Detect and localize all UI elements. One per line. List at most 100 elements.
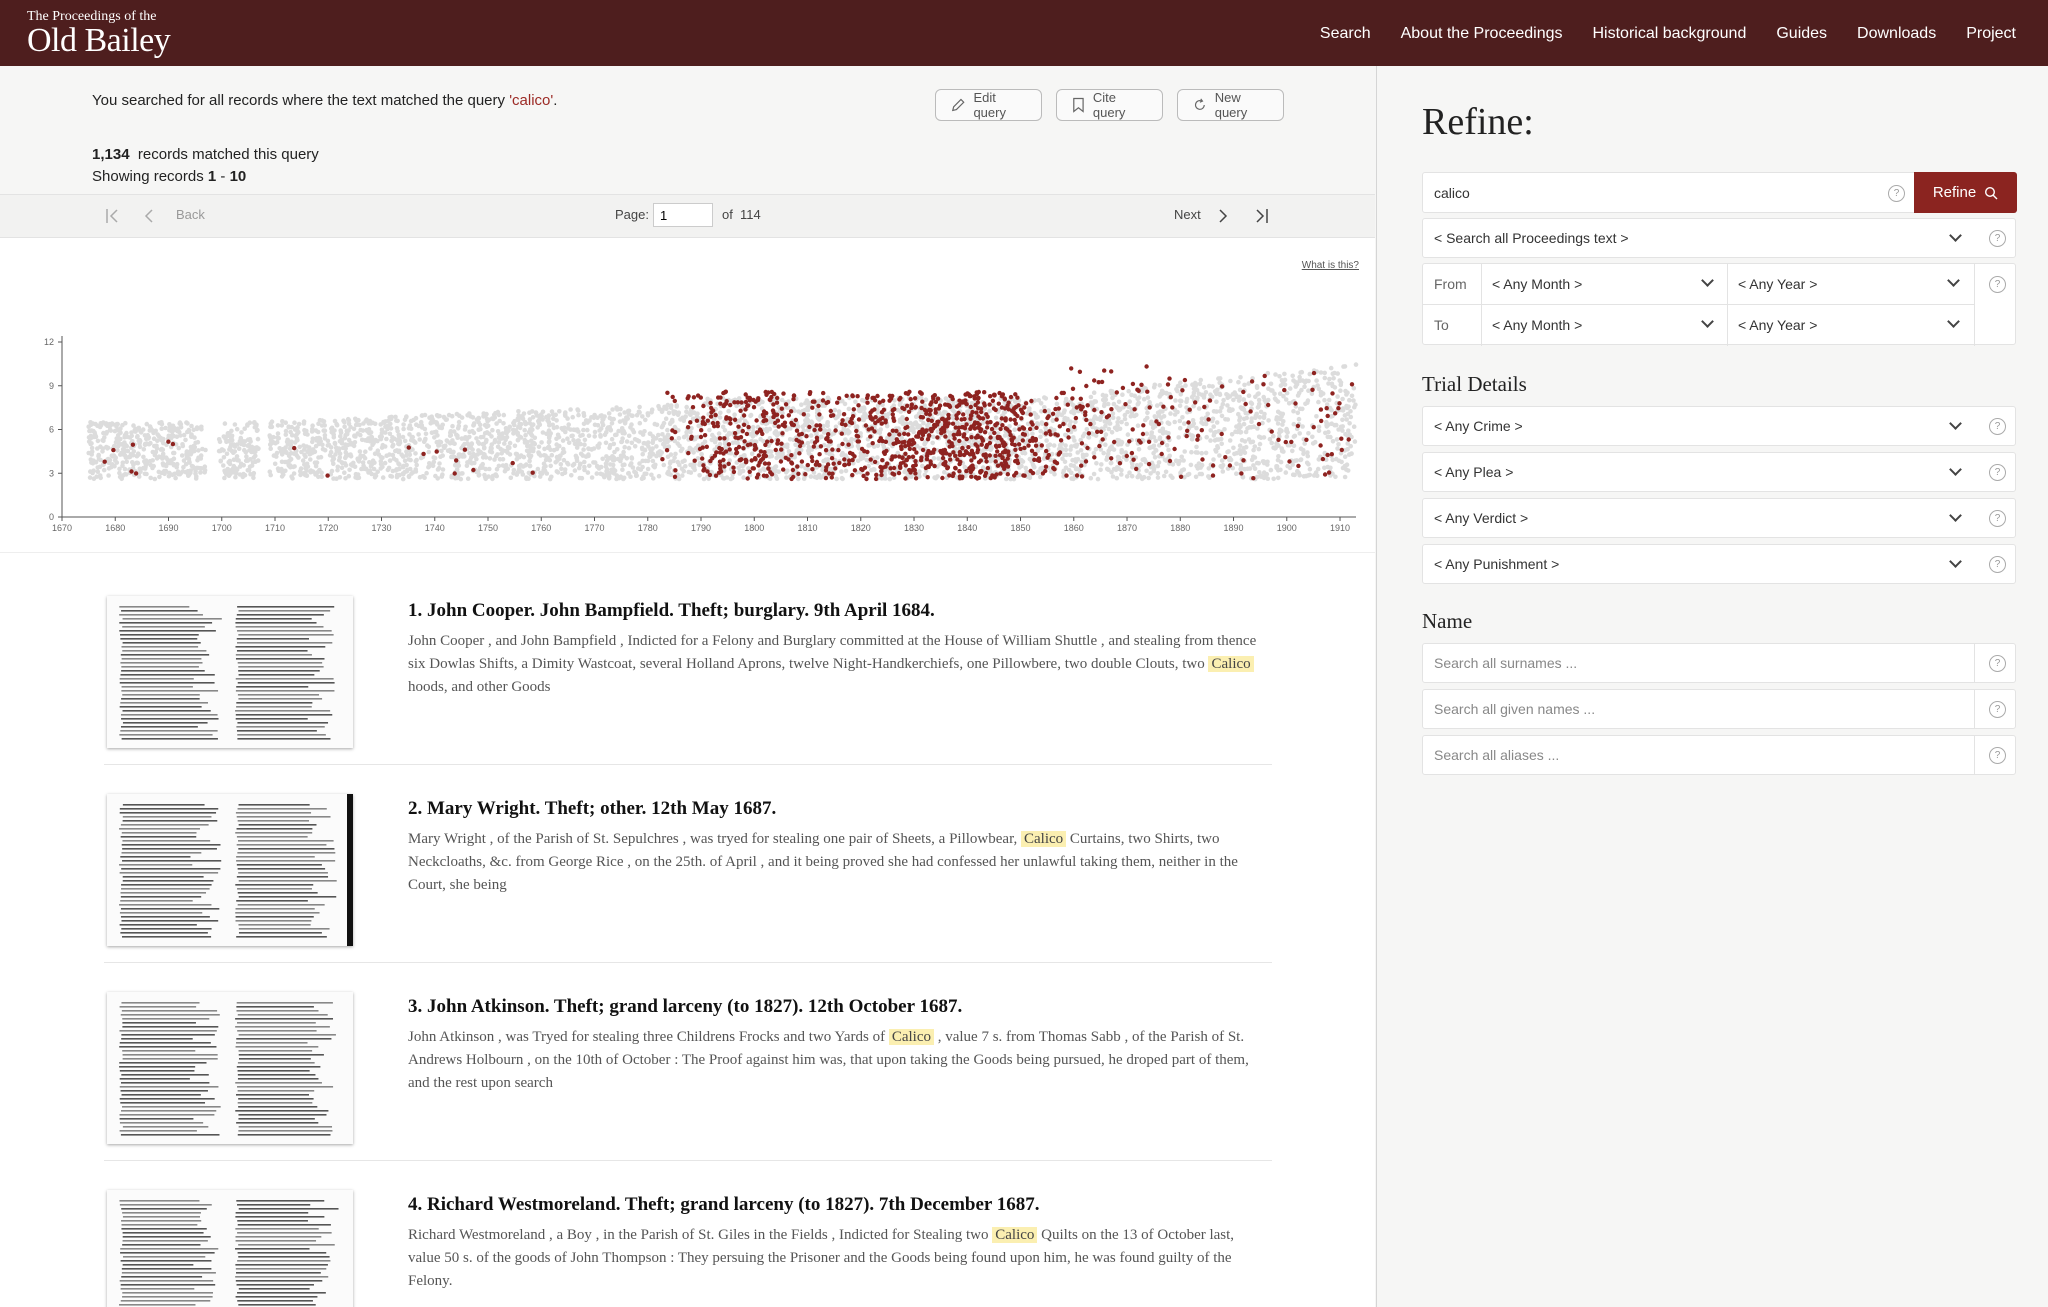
match-dot	[919, 436, 925, 442]
background-dot	[1221, 397, 1226, 403]
background-dot	[1044, 438, 1049, 443]
match-dot	[823, 448, 829, 453]
background-dot	[1073, 457, 1078, 462]
background-dot	[1279, 446, 1284, 451]
background-dot	[424, 470, 429, 476]
nav-historical-background[interactable]: Historical background	[1592, 25, 1746, 43]
background-dot	[1127, 399, 1132, 404]
background-dot	[342, 419, 347, 425]
background-dot	[1227, 406, 1232, 412]
background-dot	[339, 465, 345, 470]
background-dot	[1287, 386, 1293, 391]
background-dot	[626, 412, 632, 417]
background-dot	[677, 462, 682, 468]
match-dot	[956, 410, 961, 416]
background-dot	[1035, 414, 1041, 420]
background-dot	[553, 460, 558, 465]
background-dot	[629, 461, 634, 466]
background-dot	[1236, 379, 1241, 385]
background-dot	[541, 461, 547, 466]
background-dot	[1068, 419, 1073, 424]
background-dot	[109, 453, 115, 458]
match-dot	[859, 446, 865, 452]
background-dot	[379, 434, 385, 439]
background-dot	[198, 456, 204, 461]
background-dot	[161, 468, 167, 474]
nav-guides[interactable]: Guides	[1776, 25, 1827, 43]
back-link[interactable]: Back	[176, 207, 205, 222]
background-dot	[300, 458, 306, 463]
background-dot	[666, 410, 672, 416]
cite-query-button[interactable]: Cite query	[1056, 89, 1163, 121]
nav-about-the-proceedings[interactable]: About the Proceedings	[1401, 25, 1563, 43]
background-dot	[585, 427, 590, 433]
background-dot	[471, 423, 476, 428]
background-dot	[1119, 448, 1124, 453]
match-dot	[943, 434, 948, 439]
main-content: You searched for all records where the t…	[0, 66, 1375, 1307]
match-dot	[927, 412, 932, 417]
match-dot	[909, 405, 914, 411]
match-dot	[842, 462, 848, 468]
background-dot	[140, 427, 146, 432]
nav-project[interactable]: Project	[1966, 25, 2016, 43]
background-dot	[292, 420, 297, 425]
background-dot	[1335, 371, 1340, 376]
background-dot	[301, 443, 306, 448]
nav-downloads[interactable]: Downloads	[1857, 25, 1936, 43]
background-dot	[389, 474, 395, 479]
match-dot	[999, 416, 1004, 421]
background-dot	[499, 451, 505, 456]
background-dot	[465, 476, 471, 481]
background-dot	[676, 410, 682, 415]
background-dot	[674, 404, 679, 409]
page-number-input[interactable]	[653, 203, 713, 227]
match-dot	[769, 389, 774, 395]
background-dot	[1298, 457, 1304, 462]
background-dot	[878, 427, 883, 432]
match-dot	[980, 416, 986, 421]
background-dot	[420, 474, 426, 479]
first-page-icon[interactable]	[104, 208, 124, 224]
old-bailey-logo[interactable]: The Proceedings of the Old Bailey	[27, 9, 171, 58]
edit-query-button[interactable]: Edit query	[935, 89, 1042, 121]
previous-page-icon[interactable]	[142, 208, 156, 224]
next-link[interactable]: Next	[1174, 207, 1201, 222]
match-dot	[963, 449, 969, 454]
background-dot	[609, 416, 614, 422]
background-dot	[527, 458, 532, 464]
background-dot	[348, 424, 353, 430]
background-dot	[406, 473, 412, 479]
background-dot	[1082, 431, 1087, 436]
match-dot	[887, 432, 892, 437]
match-dot	[976, 389, 981, 395]
background-dot	[117, 466, 122, 472]
match-dot	[471, 467, 476, 473]
background-dot	[1161, 414, 1167, 419]
what-is-this-link[interactable]: What is this?	[1302, 260, 1359, 271]
match-dot	[973, 435, 979, 440]
background-dot	[1193, 474, 1199, 480]
background-dot	[317, 417, 323, 423]
background-dot	[105, 445, 111, 451]
background-dot	[1146, 475, 1151, 481]
background-dot	[155, 432, 160, 437]
next-page-icon[interactable]	[1216, 208, 1230, 224]
background-dot	[441, 414, 447, 420]
background-dot	[559, 466, 564, 472]
match-dot	[947, 439, 952, 444]
last-page-icon[interactable]	[1250, 208, 1270, 224]
background-dot	[120, 460, 126, 465]
background-dot	[1227, 438, 1233, 443]
match-dot	[891, 418, 897, 423]
match-dot	[805, 462, 810, 468]
background-dot	[90, 421, 96, 426]
nav-search[interactable]: Search	[1320, 25, 1371, 43]
new-query-button[interactable]: New query	[1177, 89, 1284, 121]
match-dot	[879, 410, 885, 415]
match-dot	[995, 449, 1000, 454]
background-dot	[1027, 475, 1033, 480]
background-dot	[800, 424, 805, 429]
background-dot	[617, 412, 623, 417]
match-dot	[975, 476, 980, 481]
